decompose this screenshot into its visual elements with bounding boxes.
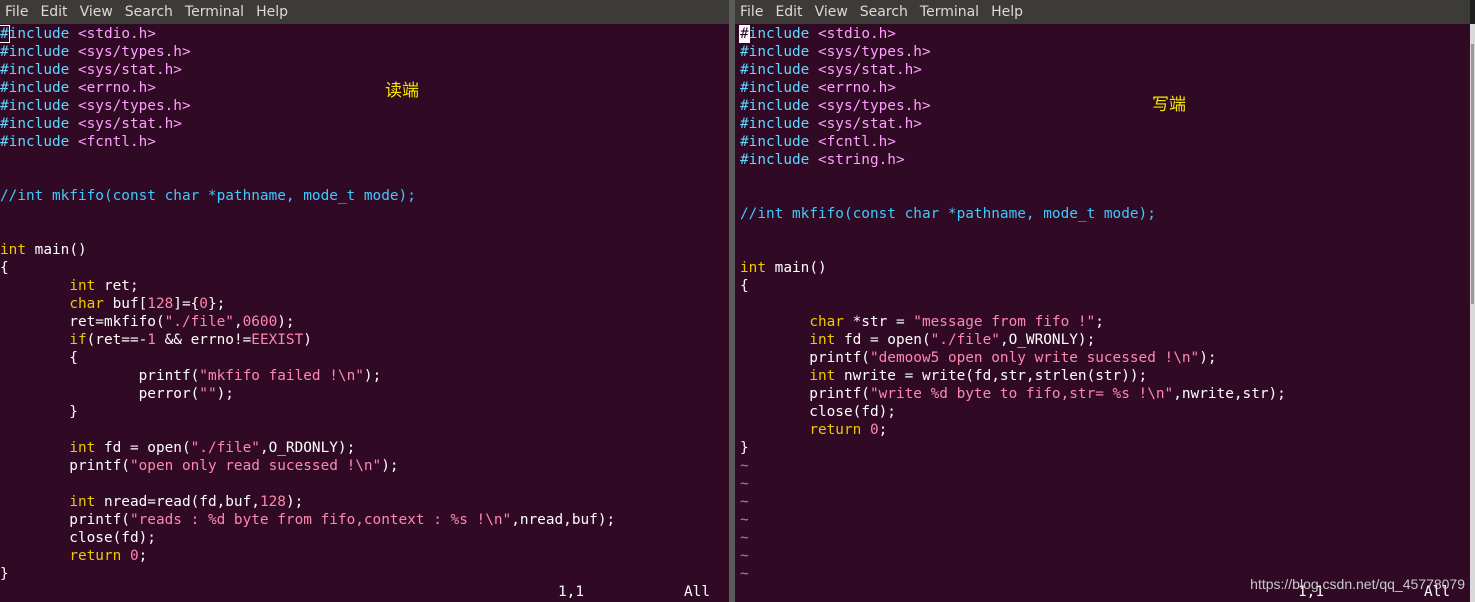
- code-line: perror("");: [0, 386, 234, 402]
- code-line: if(ret==-1 && errno!=EEXIST): [69, 332, 312, 348]
- menu-search[interactable]: Search: [854, 4, 914, 20]
- code-line: return 0;: [69, 548, 148, 564]
- code-line: #include <sys/types.h>: [740, 98, 931, 114]
- code-line: printf("demoow5 open only write sucessed…: [740, 350, 1217, 366]
- left-terminal-pane[interactable]: File Edit View Search Terminal Help #inc…: [0, 0, 729, 602]
- text-cursor: #: [0, 25, 10, 43]
- code-line: #include <string.h>: [740, 152, 905, 168]
- menu-edit[interactable]: Edit: [34, 4, 73, 20]
- code-line: {: [0, 350, 78, 366]
- code-line: #include <sys/types.h>: [0, 98, 191, 114]
- code-line: char buf[128]={0};: [69, 296, 226, 312]
- code-line: int fd = open("./file",O_WRONLY);: [809, 332, 1096, 348]
- code-line: #include <errno.h>: [0, 80, 156, 96]
- menu-file[interactable]: File: [735, 4, 769, 20]
- code-line: {: [0, 260, 9, 276]
- menu-help[interactable]: Help: [250, 4, 294, 20]
- code-line: #include <stdio.h>: [0, 25, 156, 43]
- left-code-editor[interactable]: #include <stdio.h> #include <sys/types.h>…: [0, 25, 729, 583]
- code-line: int nwrite = write(fd,str,strlen(str));: [809, 368, 1148, 384]
- code-line: //int mkfifo(const char *pathname, mode_…: [0, 188, 416, 204]
- code-line: printf("open only read sucessed !\n");: [0, 458, 399, 474]
- code-line: int main(): [0, 242, 87, 258]
- code-line: #include <errno.h>: [740, 80, 896, 96]
- code-line: ~: [740, 476, 749, 492]
- code-line: #include <fcntl.h>: [0, 134, 156, 150]
- code-line: #include <sys/types.h>: [0, 44, 191, 60]
- code-line: int main(): [740, 260, 827, 276]
- code-line: #include <fcntl.h>: [740, 134, 896, 150]
- code-line: }: [740, 440, 749, 456]
- code-line: printf("write %d byte to fifo,str= %s !\…: [740, 386, 1286, 402]
- code-line: ~: [740, 530, 749, 546]
- code-line: #include <sys/stat.h>: [740, 62, 922, 78]
- code-line: ~: [740, 548, 749, 564]
- menu-edit[interactable]: Edit: [769, 4, 808, 20]
- code-line: close(fd);: [0, 530, 156, 546]
- code-line: #include <sys/stat.h>: [740, 116, 922, 132]
- code-line: int nread=read(fd,buf,128);: [69, 494, 304, 510]
- code-line: ret=mkfifo("./file",0600);: [0, 314, 295, 330]
- menu-terminal[interactable]: Terminal: [179, 4, 250, 20]
- text-cursor: #: [739, 25, 750, 43]
- menu-terminal[interactable]: Terminal: [914, 4, 985, 20]
- write-end-label: 写端: [1152, 95, 1186, 115]
- code-line: int fd = open("./file",O_RDONLY);: [69, 440, 356, 456]
- menu-view[interactable]: View: [74, 4, 119, 20]
- code-line: #include <sys/types.h>: [740, 44, 931, 60]
- code-line: //int mkfifo(const char *pathname, mode_…: [740, 206, 1156, 222]
- code-line: #include <sys/stat.h>: [0, 62, 182, 78]
- left-menubar: File Edit View Search Terminal Help: [0, 0, 729, 24]
- code-line: ~: [740, 494, 749, 510]
- code-line: printf("reads : %d byte from fifo,contex…: [0, 512, 616, 528]
- code-line: int ret;: [69, 278, 139, 294]
- code-line: printf("mkfifo failed !\n");: [0, 368, 382, 384]
- code-line: }: [0, 566, 9, 582]
- right-terminal-pane[interactable]: File Edit View Search Terminal Help #inc…: [735, 0, 1470, 602]
- code-line: #include <stdio.h>: [739, 25, 896, 43]
- code-line: return 0;: [809, 422, 888, 438]
- code-line: ~: [740, 458, 749, 474]
- watermark: https://blog.csdn.net/qq_45778079: [1250, 576, 1465, 592]
- menu-search[interactable]: Search: [119, 4, 179, 20]
- menu-view[interactable]: View: [809, 4, 854, 20]
- menu-file[interactable]: File: [0, 4, 34, 20]
- right-scrollbar-thumb[interactable]: [1471, 44, 1474, 304]
- code-line: ~: [740, 512, 749, 528]
- right-scrollbar[interactable]: [1470, 24, 1475, 602]
- right-code-editor[interactable]: #include <stdio.h> #include <sys/types.h>…: [739, 25, 1470, 583]
- read-end-label: 读端: [385, 81, 419, 101]
- right-menubar: File Edit View Search Terminal Help: [735, 0, 1470, 24]
- menu-help[interactable]: Help: [985, 4, 1029, 20]
- code-line: }: [0, 404, 78, 420]
- code-line: close(fd);: [740, 404, 896, 420]
- code-line: char *str = "message from fifo !";: [809, 314, 1104, 330]
- code-line: {: [740, 278, 749, 294]
- code-line: #include <sys/stat.h>: [0, 116, 182, 132]
- left-status-position: 1,1: [558, 584, 584, 600]
- left-status-all: All: [684, 584, 710, 600]
